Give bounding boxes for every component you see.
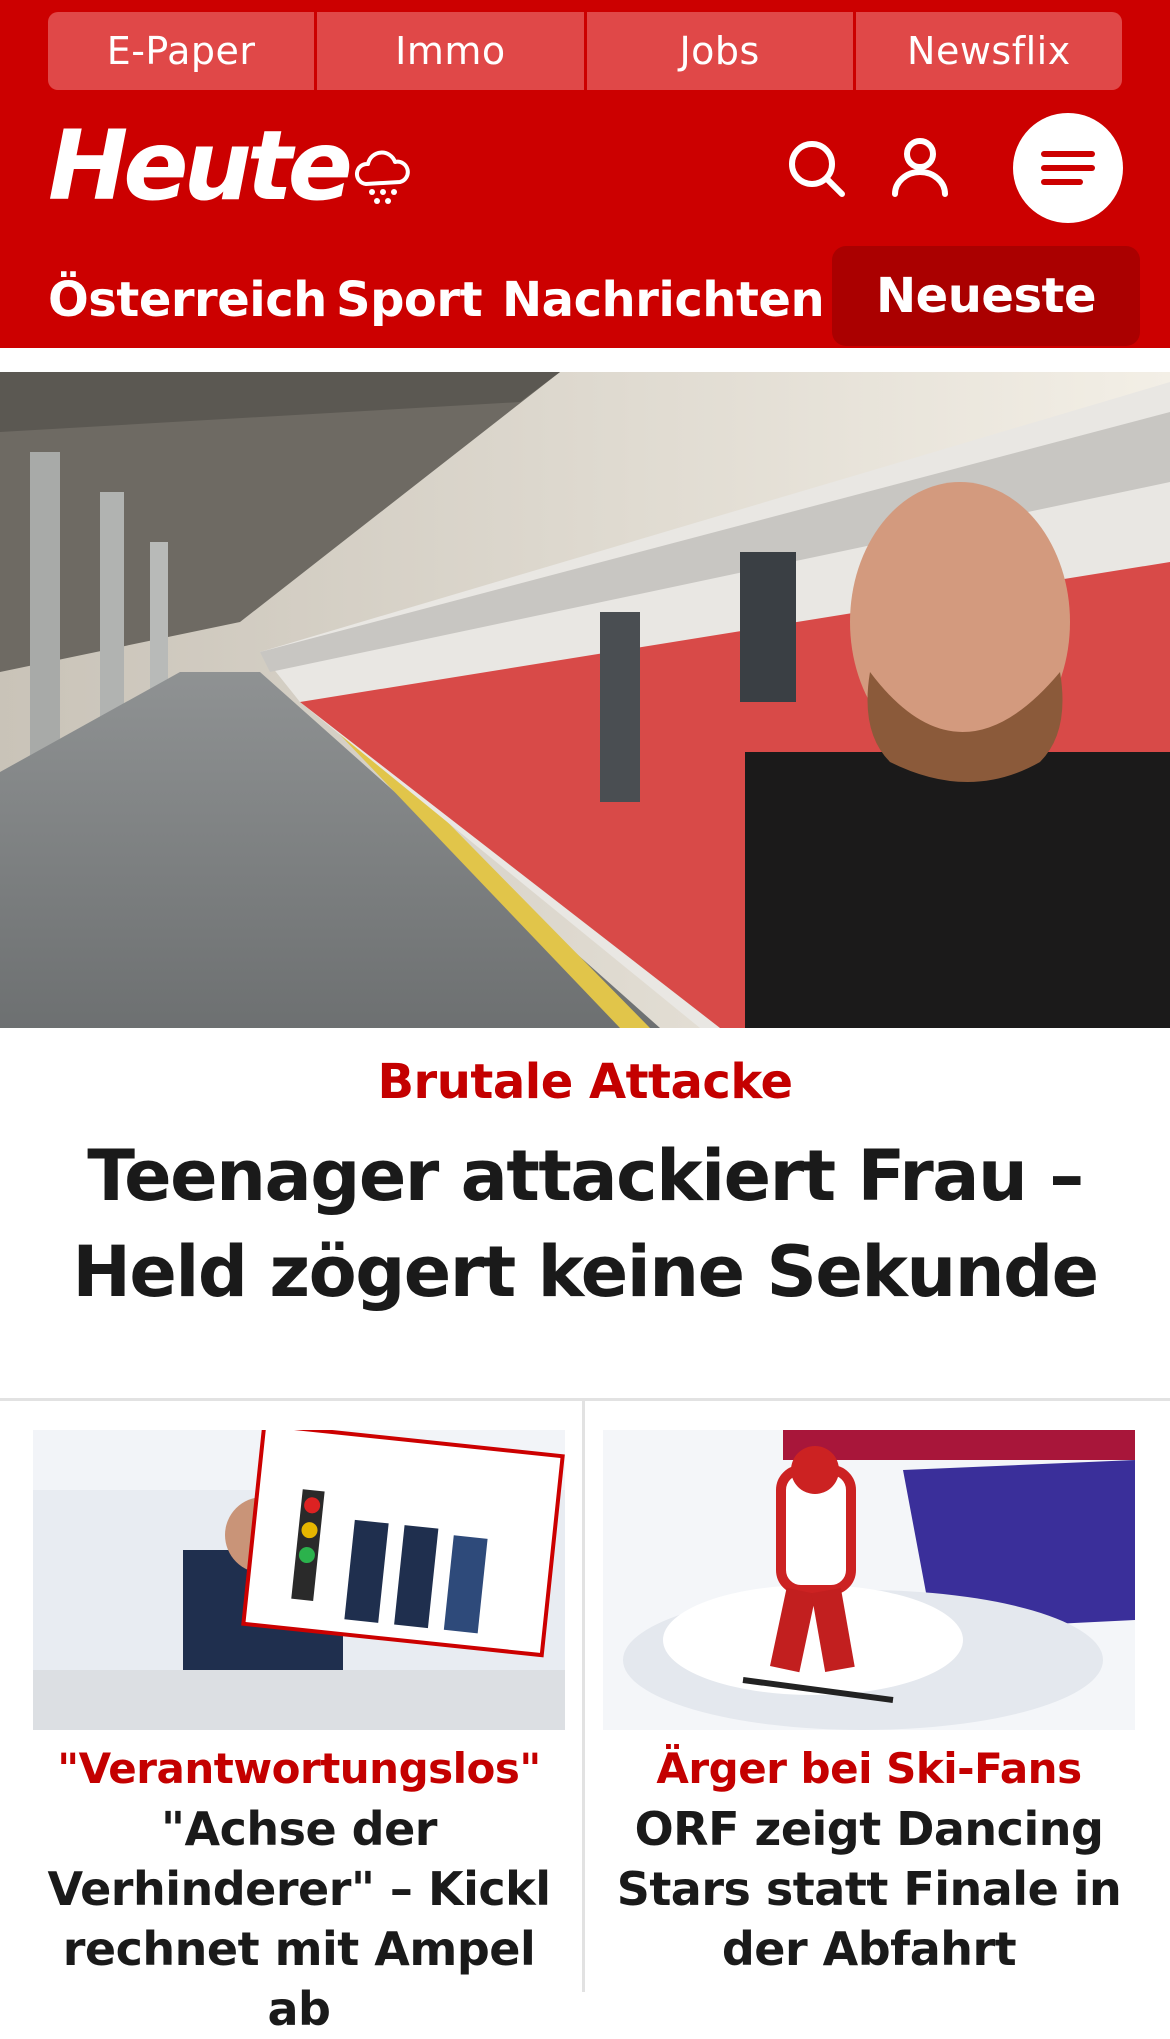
article-card[interactable]: "Verantwortungslos" "Achse der Verhinder… (33, 1430, 565, 2039)
topnav-jobs[interactable]: Jobs (586, 12, 853, 90)
nav-nachrichten[interactable]: Nachrichten (502, 272, 825, 328)
site-logo[interactable]: Heute (48, 118, 353, 214)
user-icon[interactable] (890, 136, 950, 203)
topnav-immo[interactable]: Immo (317, 12, 584, 90)
article-headline[interactable]: "Achse der Verhinderer" – Kickl rechnet … (33, 1799, 565, 2039)
hamburger-menu-icon[interactable] (1013, 113, 1123, 223)
column-divider (582, 1401, 585, 1992)
topnav-newsflix[interactable]: Newsflix (855, 12, 1122, 90)
hero-headline[interactable]: Teenager attackiert Frau – Held zögert k… (30, 1128, 1140, 1320)
section-divider (0, 1398, 1170, 1401)
site-header: E-Paper Immo Jobs Newsflix Heute Österre… (0, 0, 1170, 348)
hero-image[interactable] (0, 372, 1170, 1028)
article-kicker: Ärger bei Ski-Fans (656, 1744, 1082, 1793)
article-card[interactable]: Ärger bei Ski-Fans ORF zeigt Dancing Sta… (603, 1430, 1135, 1979)
search-icon[interactable] (786, 138, 848, 205)
article-thumbnail[interactable] (603, 1430, 1135, 1730)
article-kicker: "Verantwortungslos" (57, 1744, 541, 1793)
topnav-epaper[interactable]: E-Paper (48, 12, 315, 90)
article-headline[interactable]: ORF zeigt Dancing Stars statt Finale in … (603, 1799, 1135, 1979)
nav-neueste[interactable]: Neueste (832, 246, 1140, 346)
top-service-nav: E-Paper Immo Jobs Newsflix (48, 12, 1122, 90)
article-thumbnail[interactable] (33, 1430, 565, 1730)
nav-sport[interactable]: Sport (336, 272, 483, 328)
rain-cloud-icon[interactable] (352, 148, 414, 215)
hero-kicker: Brutale Attacke (377, 1054, 793, 1110)
section-nav: Österreich Sport Nachrichten Neueste (0, 246, 1170, 348)
nav-oesterreich[interactable]: Österreich (48, 272, 327, 328)
